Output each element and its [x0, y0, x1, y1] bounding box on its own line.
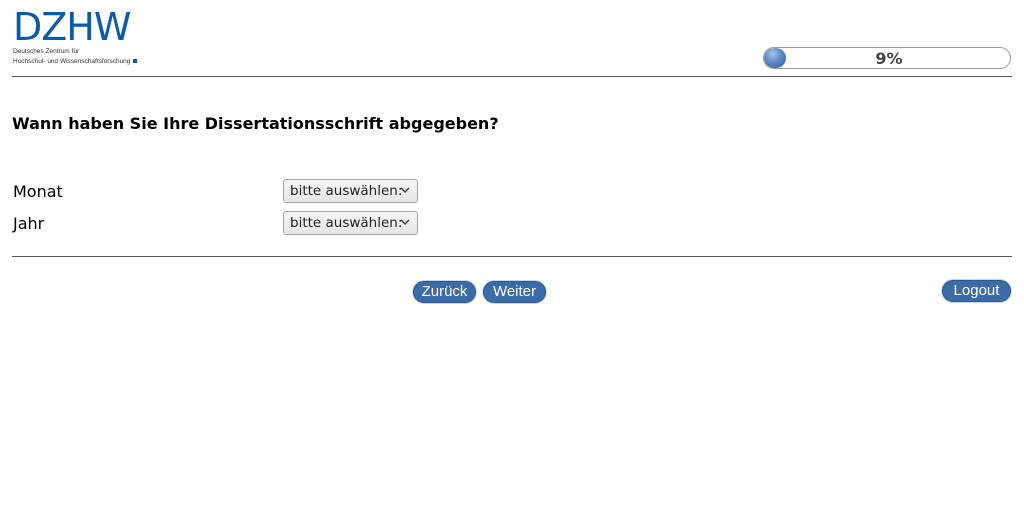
- logo-subtitle-line2: Hochschul- und Wissenschaftsforschung: [13, 58, 131, 65]
- footer-divider: [12, 256, 1012, 257]
- logo-mark: DZHW: [13, 5, 131, 49]
- month-select-value: bitte auswählen:: [290, 183, 403, 199]
- progress-bar: 9%: [763, 47, 1011, 69]
- survey-page: DZHW Deutsches Zentrum für Hochschul- un…: [0, 0, 1024, 505]
- logo-square-icon: [133, 59, 138, 64]
- next-button[interactable]: Weiter: [483, 281, 546, 303]
- chevron-down-icon: [400, 219, 410, 225]
- logout-button[interactable]: Logout: [942, 280, 1011, 302]
- logo-subtitle-line1: Deutsches Zentrum für: [13, 48, 80, 55]
- month-label: Monat: [13, 182, 63, 201]
- year-select-value: bitte auswählen:: [290, 215, 403, 231]
- year-label: Jahr: [13, 214, 45, 233]
- year-select[interactable]: bitte auswählen:: [283, 211, 418, 235]
- chevron-down-icon: [400, 187, 410, 193]
- back-button[interactable]: Zurück: [413, 281, 476, 303]
- question-text: Wann haben Sie Ihre Dissertationsschrift…: [12, 114, 499, 133]
- dzhw-logo: DZHW Deutsches Zentrum für Hochschul- un…: [13, 8, 148, 68]
- month-select[interactable]: bitte auswählen:: [283, 179, 418, 203]
- logo-subtitle-line2-wrap: Hochschul- und Wissenschaftsforschung: [13, 58, 148, 66]
- progress-label: 9%: [875, 49, 903, 68]
- header-divider: [12, 76, 1012, 77]
